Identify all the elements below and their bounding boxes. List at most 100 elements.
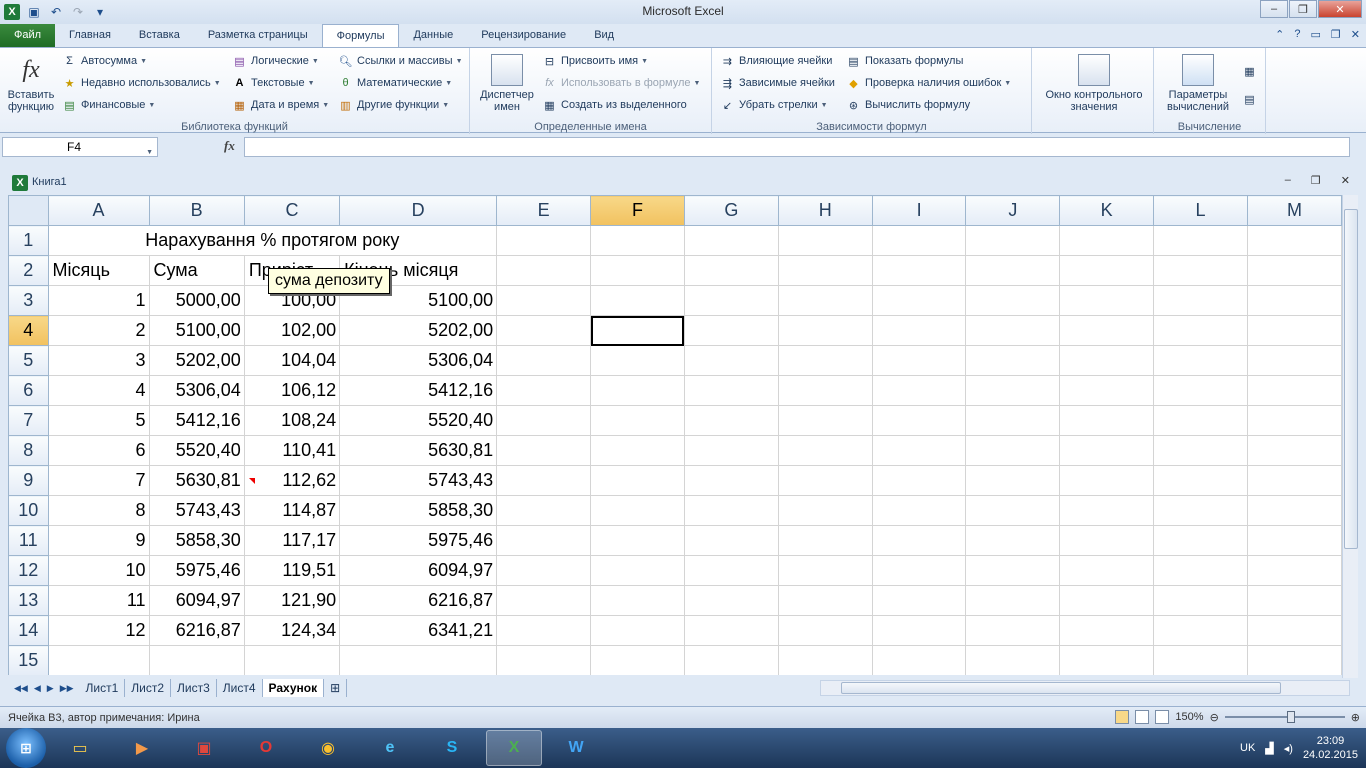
cell[interactable] — [871, 555, 967, 586]
cell[interactable] — [590, 585, 685, 616]
internet-explorer-icon[interactable]: e — [362, 730, 418, 766]
cell[interactable] — [1059, 465, 1155, 496]
column-header-k[interactable]: K — [1059, 195, 1155, 226]
cell[interactable]: 5520,40 — [339, 405, 498, 436]
cell[interactable]: 6094,97 — [148, 585, 245, 616]
cell[interactable]: 5975,46 — [148, 555, 245, 586]
cell[interactable] — [1059, 405, 1155, 436]
cell[interactable] — [1059, 525, 1155, 556]
cell[interactable] — [1153, 495, 1248, 526]
cell[interactable] — [590, 225, 685, 256]
cell[interactable]: 5100,00 — [148, 315, 245, 346]
cell[interactable] — [496, 615, 592, 646]
cell[interactable] — [1246, 285, 1342, 316]
use-in-formula-button[interactable]: fx Использовать в формуле ▼ — [542, 74, 700, 92]
cell[interactable] — [777, 465, 873, 496]
cell[interactable] — [871, 435, 967, 466]
recently-used-button[interactable]: ★ Недавно использовались ▼ — [62, 74, 221, 92]
trace-precedents-button[interactable]: ⇉ Влияющие ячейки — [720, 52, 833, 70]
cell[interactable] — [1059, 495, 1155, 526]
sheet-tab-1[interactable]: Лист1 — [80, 679, 126, 697]
cell[interactable]: 6216,87 — [148, 615, 245, 646]
cell[interactable] — [496, 345, 592, 376]
worksheet-grid[interactable]: ABCDEFGHIJKLM 1 Нарахування % протягом ро… — [8, 195, 1342, 675]
cell[interactable]: 5412,16 — [339, 375, 498, 406]
cell[interactable] — [871, 375, 967, 406]
cell[interactable] — [683, 285, 779, 316]
row-header[interactable]: 12 — [8, 555, 49, 586]
text-functions-button[interactable]: A Текстовые ▼ — [232, 74, 315, 92]
trace-dependents-button[interactable]: ⇶ Зависимые ячейки — [720, 74, 835, 92]
next-sheet-icon[interactable]: ▶ — [47, 683, 54, 694]
cell[interactable] — [777, 315, 873, 346]
cell[interactable]: 1 — [47, 285, 150, 316]
cell[interactable] — [683, 315, 779, 346]
close-button[interactable]: ✕ — [1318, 0, 1362, 18]
cell[interactable] — [777, 495, 873, 526]
cell[interactable]: 104,04 — [243, 345, 341, 376]
cell[interactable] — [1246, 405, 1342, 436]
cell[interactable] — [683, 645, 779, 675]
insert-sheet-icon[interactable]: ⊞ — [324, 679, 348, 697]
cell[interactable] — [1059, 645, 1155, 675]
cell[interactable] — [339, 645, 498, 675]
column-header-f[interactable]: F — [590, 195, 685, 226]
cell[interactable]: 5743,43 — [148, 495, 245, 526]
cell[interactable] — [496, 405, 592, 436]
cell[interactable] — [590, 285, 685, 316]
page-layout-view-icon[interactable] — [1135, 710, 1150, 724]
cell[interactable] — [777, 255, 873, 286]
page-break-view-icon[interactable] — [1155, 710, 1170, 724]
cell[interactable] — [965, 525, 1061, 556]
watch-window-button[interactable]: Окно контрольного значения — [1038, 54, 1150, 113]
cell[interactable] — [965, 435, 1061, 466]
cell[interactable] — [871, 255, 967, 286]
column-header-g[interactable]: G — [683, 195, 779, 226]
row-header[interactable]: 11 — [8, 525, 49, 556]
cell[interactable] — [1246, 315, 1342, 346]
tab-view[interactable]: Вид — [580, 24, 628, 47]
redo-icon[interactable]: ↷ — [70, 4, 86, 20]
cell[interactable] — [777, 285, 873, 316]
cell[interactable]: 5412,16 — [148, 405, 245, 436]
row-header[interactable]: 8 — [8, 435, 49, 466]
insert-function-button[interactable]: fx Вставить функцию — [4, 54, 58, 113]
tab-review[interactable]: Рецензирование — [467, 24, 580, 47]
cell[interactable] — [871, 525, 967, 556]
cell[interactable]: 5743,43 — [339, 465, 498, 496]
row-header[interactable]: 7 — [8, 405, 49, 436]
show-formulas-button[interactable]: ▤ Показать формулы — [846, 52, 963, 70]
media-player-icon[interactable]: ▶ — [114, 730, 170, 766]
name-manager-button[interactable]: Диспетчер имен — [476, 54, 538, 113]
cell[interactable]: 6341,21 — [339, 615, 498, 646]
cell[interactable] — [965, 495, 1061, 526]
cell[interactable] — [777, 225, 873, 256]
cell[interactable] — [1059, 255, 1155, 286]
cell[interactable]: 5202,00 — [339, 315, 498, 346]
cell[interactable] — [683, 345, 779, 376]
cell[interactable] — [590, 615, 685, 646]
maximize-button[interactable]: ❐ — [1289, 0, 1317, 18]
cell[interactable] — [590, 495, 685, 526]
cell[interactable] — [1153, 555, 1248, 586]
sheet-tab-2[interactable]: Лист2 — [125, 679, 172, 697]
cell[interactable]: 114,87 — [243, 495, 341, 526]
cell[interactable] — [1059, 375, 1155, 406]
cell[interactable]: 119,51 — [243, 555, 341, 586]
cell[interactable]: 5975,46 — [339, 525, 498, 556]
window-close-icon[interactable]: ✕ — [1351, 28, 1360, 41]
cell[interactable] — [1246, 435, 1342, 466]
cell[interactable]: 5306,04 — [148, 375, 245, 406]
error-checking-button[interactable]: ◆ Проверка наличия ошибок ▼ — [846, 74, 1011, 92]
cell[interactable] — [496, 225, 592, 256]
cell[interactable]: 6094,97 — [339, 555, 498, 586]
horizontal-scroll-thumb[interactable] — [841, 682, 1281, 694]
cell[interactable] — [1153, 615, 1248, 646]
tab-formulas[interactable]: Формулы — [321, 24, 400, 47]
cell[interactable] — [590, 375, 685, 406]
zoom-in-icon[interactable]: ⊕ — [1351, 711, 1360, 724]
sheet-tab-rakhunok[interactable]: Рахунок — [262, 679, 325, 697]
cell[interactable] — [965, 375, 1061, 406]
row-header[interactable]: 3 — [8, 285, 49, 316]
cell[interactable] — [590, 645, 685, 675]
